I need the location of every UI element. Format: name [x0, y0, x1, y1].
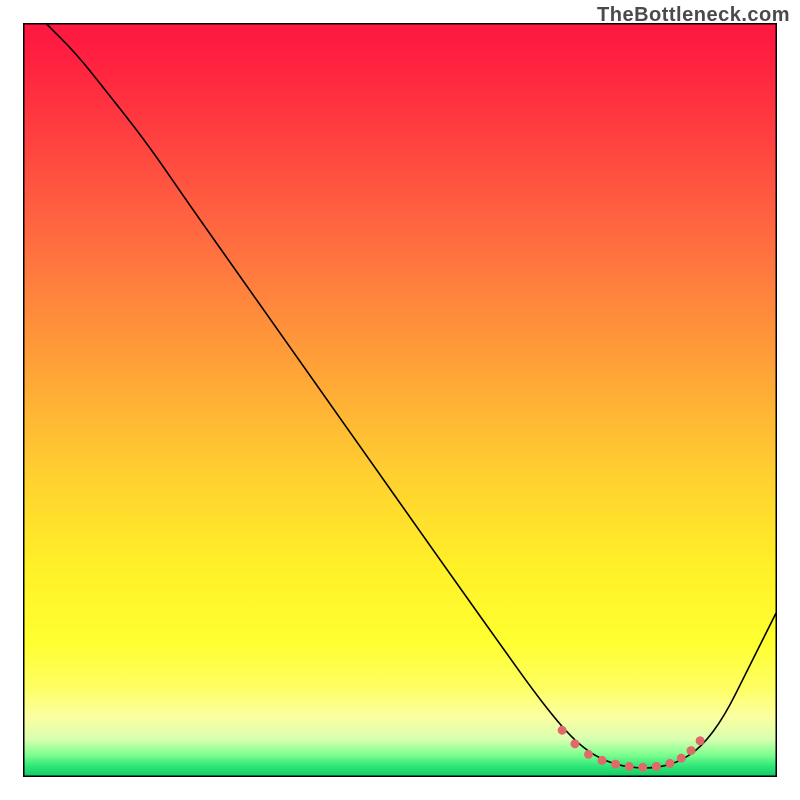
optimal-dot	[570, 739, 579, 748]
optimal-dot	[584, 750, 593, 759]
optimal-dot	[625, 762, 634, 771]
optimal-dot	[598, 756, 607, 765]
optimal-dot	[558, 726, 567, 735]
optimal-dot	[665, 759, 674, 768]
chart-svg	[23, 23, 777, 777]
optimal-dot	[687, 746, 696, 755]
optimal-dot	[696, 736, 705, 745]
gradient-background	[23, 23, 777, 777]
chart-container: TheBottleneck.com	[0, 0, 800, 800]
plot-area	[23, 23, 777, 777]
optimal-dot	[677, 754, 686, 763]
optimal-dot	[652, 762, 661, 771]
optimal-dot	[611, 760, 620, 769]
optimal-dot	[638, 763, 647, 772]
watermark-text: TheBottleneck.com	[597, 4, 790, 27]
